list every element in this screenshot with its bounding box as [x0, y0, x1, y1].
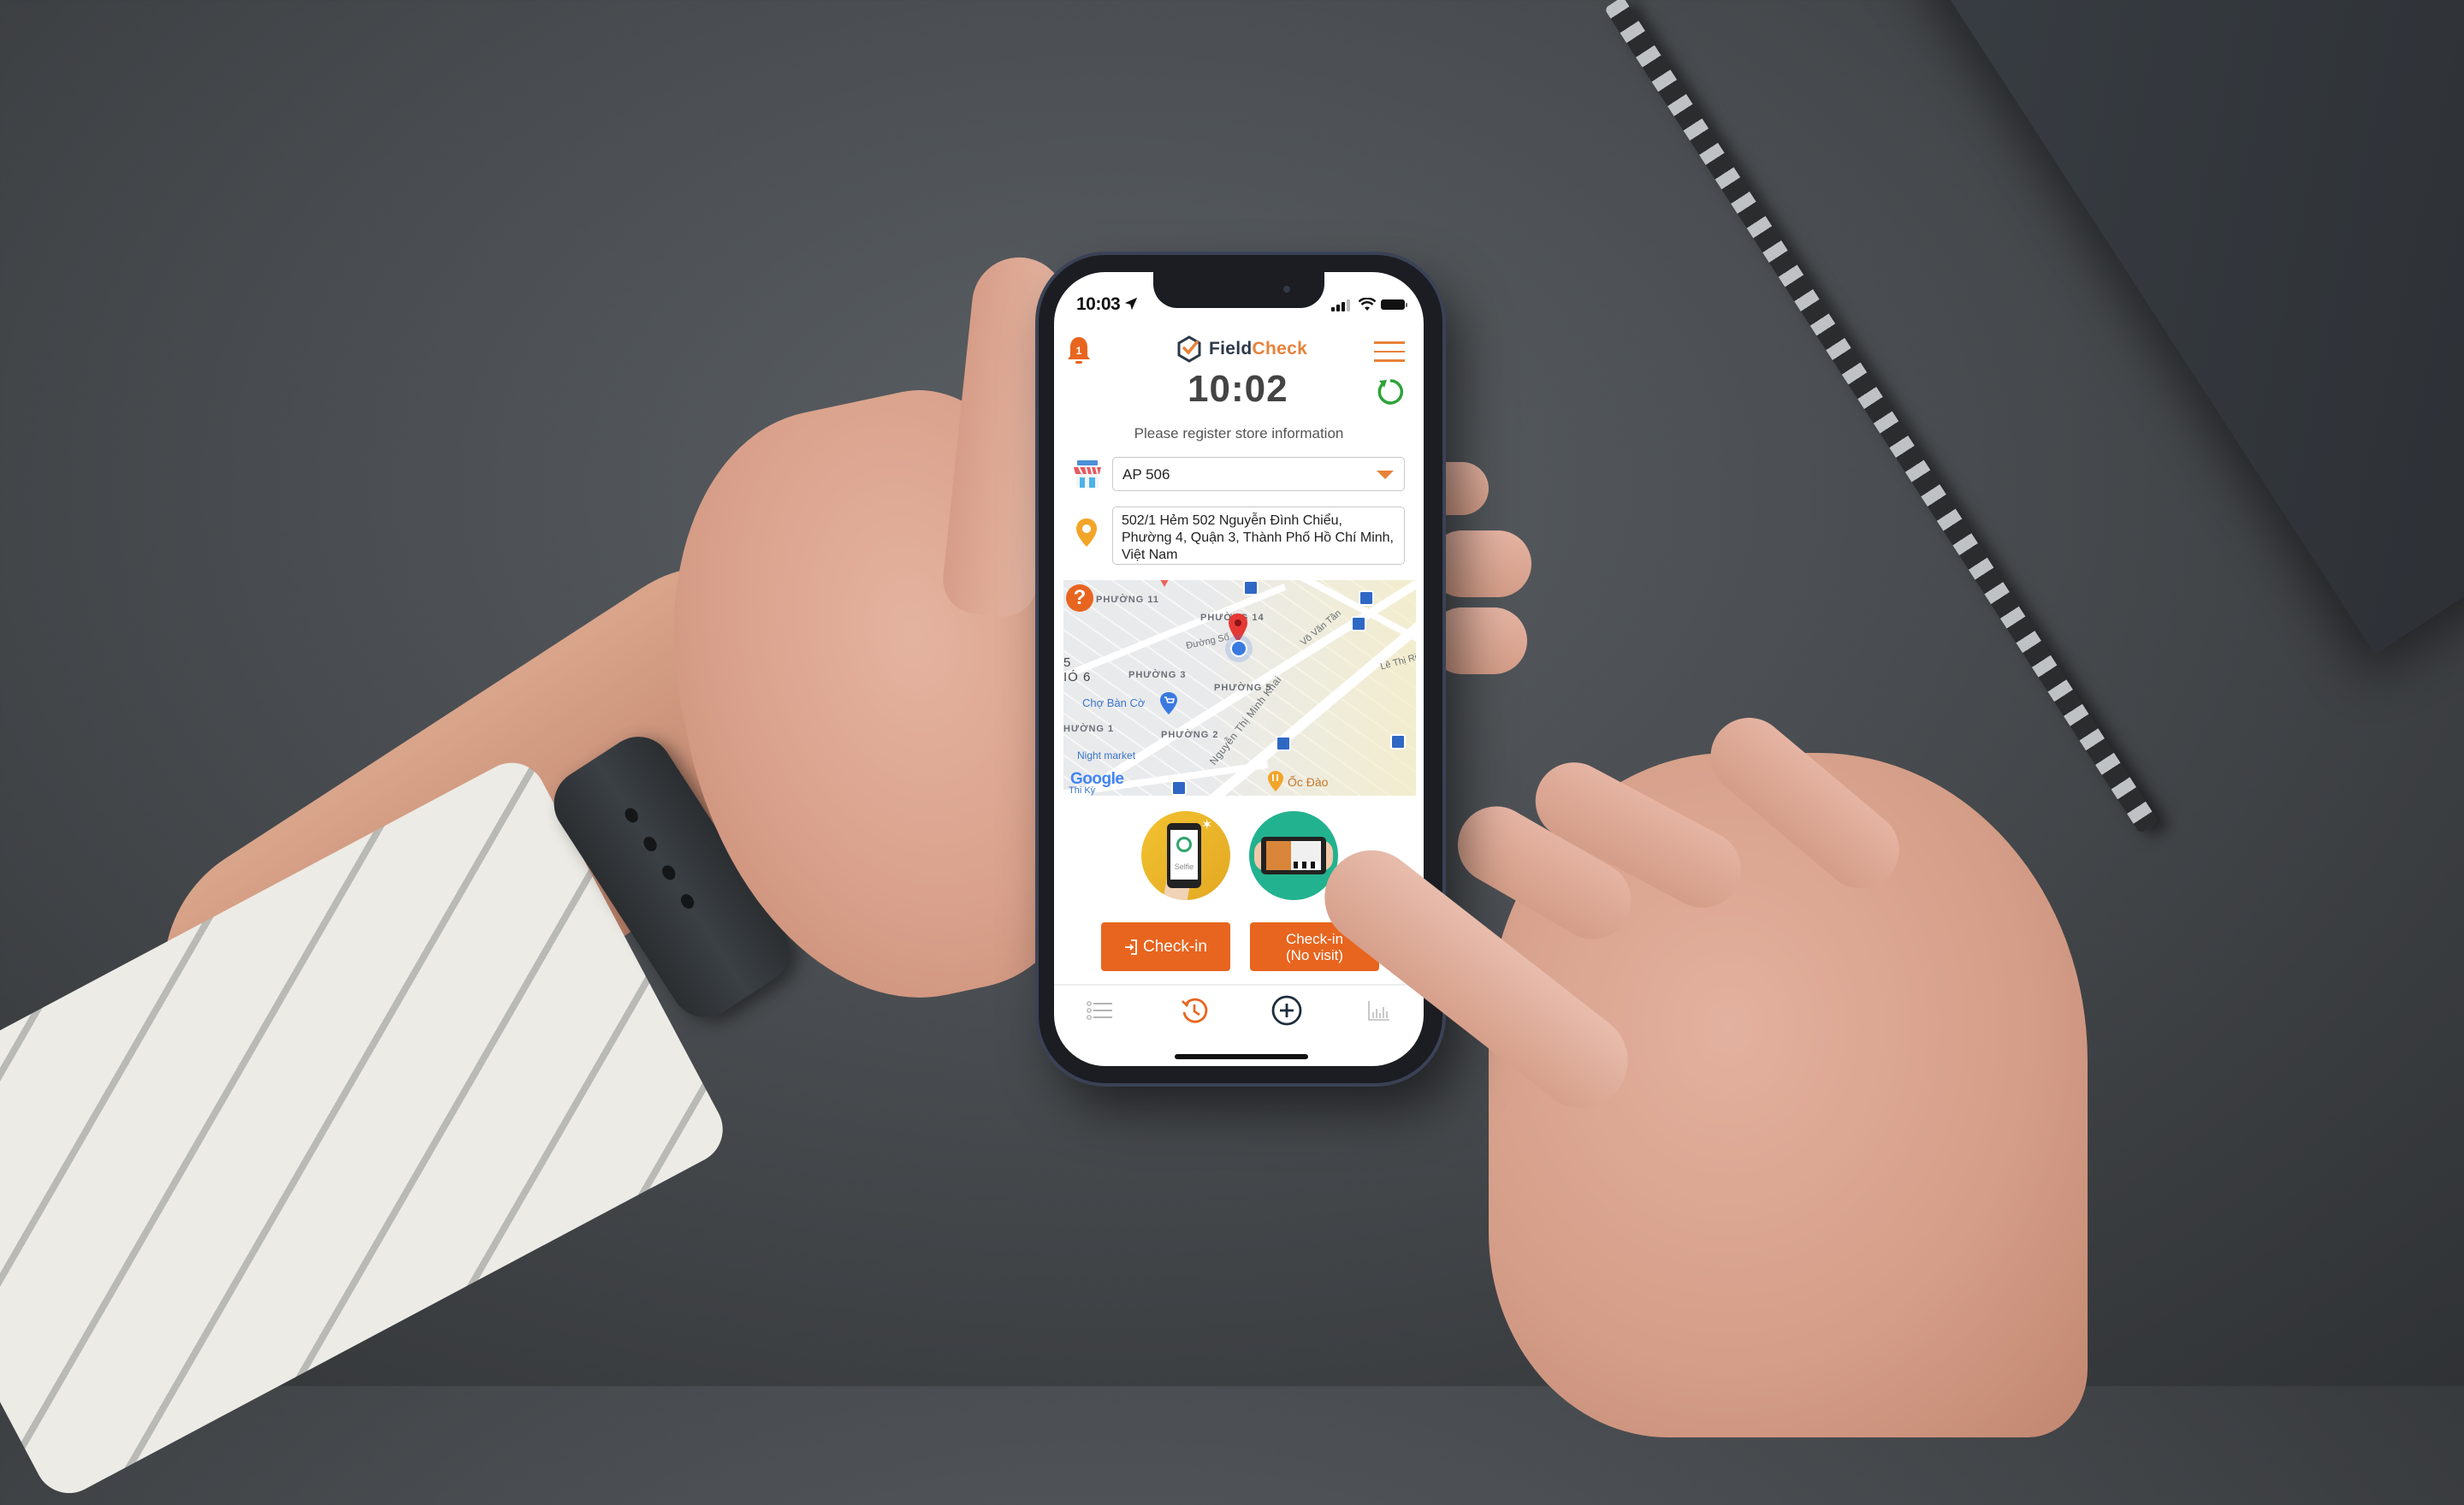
current-location-dot [1230, 640, 1247, 657]
map-view[interactable]: ? PHƯỜNG 11 PHƯỜNG 14 Đường Số Võ Văn Tầ… [1063, 580, 1416, 796]
bus-stop-icon [1390, 734, 1406, 750]
notification-badge-count: 1 [1076, 345, 1082, 357]
google-attribution-text: Google [1070, 770, 1124, 788]
map-help-button[interactable]: ? [1066, 584, 1093, 612]
store-select-value: AP 506 [1122, 466, 1170, 483]
history-icon [1182, 998, 1208, 1023]
wifi-icon [1359, 298, 1376, 311]
sign-in-icon [1125, 939, 1137, 955]
phone-illustration: Selfie [1167, 823, 1201, 888]
bus-stop-icon [1243, 580, 1259, 595]
map-label: PHƯỜNG 3 [1128, 670, 1187, 680]
selfie-label: Selfie [1174, 862, 1194, 871]
map-poi-restaurant[interactable]: Ốc Đào [1288, 775, 1328, 789]
restaurant-pin-icon [1268, 771, 1283, 791]
bus-stop-icon [1359, 590, 1374, 606]
bus-stop-icon [1276, 736, 1291, 751]
selfie-checkin-illustration[interactable]: Selfie ✶ [1141, 811, 1230, 900]
front-camera [1283, 286, 1290, 293]
status-time: 10:03 [1076, 294, 1121, 314]
map-label: IÓ 6 [1063, 670, 1092, 684]
phone-illustration-screen: Selfie [1170, 830, 1198, 880]
tab-list[interactable] [1083, 993, 1117, 1028]
battery-tip [1406, 303, 1407, 307]
smiley-icon [1176, 837, 1192, 852]
band-hole [678, 892, 697, 911]
store-select-dropdown[interactable]: AP 506 [1112, 457, 1405, 491]
fieldcheck-logo-icon [1177, 335, 1201, 363]
hamburger-menu-icon[interactable] [1374, 341, 1405, 364]
checkered-floor [1294, 862, 1319, 868]
location-arrow-icon [1124, 297, 1138, 311]
bar-chart-icon [1368, 1001, 1389, 1021]
phone-landscape-illustration [1261, 837, 1326, 874]
refresh-icon[interactable] [1376, 377, 1405, 406]
form-instruction: Please register store information [1134, 425, 1344, 441]
list-icon [1087, 1001, 1112, 1020]
add-circle-icon [1271, 995, 1302, 1026]
market-store-icon [1074, 460, 1101, 488]
bus-stop-icon [1171, 780, 1187, 796]
shopping-cart-pin-icon [1160, 692, 1177, 714]
band-hole [641, 834, 660, 854]
phone-notch [1153, 272, 1324, 308]
bus-stop-icon [1351, 616, 1366, 631]
selected-location-pin-icon [1229, 613, 1247, 643]
check-in-button[interactable]: Check-in [1101, 922, 1230, 971]
notification-bell-icon[interactable]: 1 [1066, 335, 1092, 366]
no-visit-label-line2: (No visit) [1285, 946, 1344, 963]
flash-sparkle-icon: ✶ [1201, 818, 1213, 832]
band-hole [659, 862, 678, 883]
brand-field: Field [1209, 339, 1253, 358]
map-pin-icon [1076, 518, 1097, 547]
home-indicator[interactable] [1175, 1054, 1308, 1059]
left-finger [1429, 607, 1527, 674]
map-label: PHƯỜNG 11 [1096, 595, 1159, 605]
google-attribution: Google [1070, 770, 1124, 789]
tab-report[interactable] [1362, 993, 1396, 1028]
tabbar-divider [1054, 984, 1424, 986]
no-visit-label-line1: Check-in [1285, 930, 1344, 947]
map-poi-market[interactable]: Chợ Bàn Cờ [1082, 696, 1145, 709]
map-label: HƯỜNG 1 [1063, 724, 1115, 734]
cellular-signal-icon [1331, 299, 1350, 311]
map-label: Đường Số [1185, 631, 1230, 652]
brand-check: Check [1252, 339, 1308, 358]
left-finger [1429, 530, 1531, 597]
red-place-pin-icon [1160, 580, 1169, 587]
tab-history[interactable] [1177, 993, 1211, 1028]
map-label: 5 [1063, 655, 1072, 670]
map-label: PHƯỜNG 2 [1161, 730, 1219, 740]
store-shelf-photo [1266, 841, 1321, 870]
chevron-down-icon [1377, 471, 1394, 479]
check-in-label: Check-in [1143, 937, 1207, 956]
current-time-display: 10:02 [1188, 368, 1288, 410]
band-hole [622, 805, 641, 826]
battery-full-icon [1381, 299, 1405, 310]
address-field[interactable]: 502/1 Hẻm 502 Nguyễn Đình Chiểu, Phường … [1112, 507, 1405, 565]
map-poi-night-market[interactable]: Night market [1077, 750, 1135, 761]
app-brand-name: FieldCheck [1209, 339, 1307, 359]
notebook [1839, 0, 2464, 655]
tab-add[interactable] [1270, 993, 1304, 1028]
